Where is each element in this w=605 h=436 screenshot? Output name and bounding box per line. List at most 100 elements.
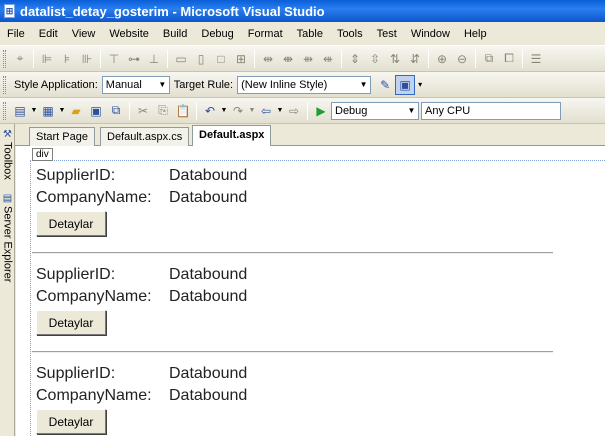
menu-format[interactable]: Format	[241, 28, 290, 40]
menu-view[interactable]: View	[65, 28, 103, 40]
chevron-down-icon[interactable]: ▼	[30, 101, 38, 121]
toolbar-separator	[254, 49, 255, 68]
menu-tools[interactable]: Tools	[330, 28, 370, 40]
toolbar-grip[interactable]	[3, 49, 6, 68]
hspace-decrease-icon[interactable]: ⇻	[298, 49, 318, 69]
document-tabs: Start Page Default.aspx.cs Default.aspx	[15, 124, 605, 147]
toolbox-label: Toolbox	[1, 142, 14, 180]
design-surface[interactable]: div SupplierID: Databound CompanyName: D…	[16, 146, 605, 436]
company-name-value: Databound	[169, 387, 248, 404]
menu-debug[interactable]: Debug	[194, 28, 240, 40]
app-icon: ⊞	[4, 4, 15, 18]
menu-test[interactable]: Test	[370, 28, 404, 40]
vspace-remove-icon[interactable]: ⇵	[405, 49, 425, 69]
chevron-down-icon[interactable]: ▼	[248, 101, 256, 121]
vspace-increase-icon[interactable]: ⇳	[365, 49, 385, 69]
title-bar: ⊞ datalist_detay_gosterim - Microsoft Vi…	[0, 0, 605, 22]
center-vertical-icon[interactable]: ⊖	[452, 49, 472, 69]
supplier-id-value: Databound	[169, 365, 248, 382]
detaylar-button[interactable]: Detaylar	[36, 310, 106, 335]
align-center-icon[interactable]: ⊧	[57, 49, 77, 69]
same-width-icon[interactable]: ▭	[171, 49, 191, 69]
company-name-label: CompanyName:	[36, 189, 152, 206]
toolbar-grip[interactable]	[3, 101, 6, 120]
configuration-select[interactable]: Debug ▼	[331, 101, 419, 120]
menu-website[interactable]: Website	[102, 28, 156, 40]
menu-table[interactable]: Table	[290, 28, 330, 40]
save-icon[interactable]: ▣	[86, 101, 106, 121]
center-horizontal-icon[interactable]: ⊕	[432, 49, 452, 69]
toolbar-separator	[522, 49, 523, 68]
standard-toolbar: ▤ ▼ ▦ ▼ ▰ ▣ ⧉ ✂ ⎘ 📋 ↶ ▼ ↷ ▼ ⇦ ▼ ⇨ ▶ Debu…	[0, 98, 605, 124]
undo-icon[interactable]: ↶	[200, 101, 220, 121]
lock-controls-icon[interactable]: ☰	[526, 49, 546, 69]
position-icon[interactable]: ⌖	[10, 49, 30, 69]
copy-icon[interactable]: ⎘	[153, 101, 173, 121]
datalist-item: SupplierID: Databound CompanyName: Datab…	[36, 264, 556, 335]
toolbox-icon: ⚒	[3, 128, 12, 140]
tab-start-page[interactable]: Start Page	[29, 127, 95, 146]
window-title: datalist_detay_gosterim - Microsoft Visu…	[20, 3, 325, 19]
style-application-select[interactable]: Manual ▼	[101, 75, 170, 94]
side-panel: ⚒ Toolbox ▤ Server Explorer	[0, 124, 15, 436]
hspace-remove-icon[interactable]: ⇺	[318, 49, 338, 69]
align-top-icon[interactable]: ⊤	[104, 49, 124, 69]
chevron-down-icon[interactable]: ▼	[220, 101, 228, 121]
toolbar-overflow-icon[interactable]: ▾	[415, 75, 425, 95]
cut-icon[interactable]: ✂	[133, 101, 153, 121]
platform-select[interactable]: Any CPU	[421, 101, 561, 120]
div-tag-label[interactable]: div	[32, 148, 53, 161]
bring-front-icon[interactable]: ⧉	[479, 49, 499, 69]
navigate-icon[interactable]: ⇦	[256, 101, 276, 121]
detaylar-button[interactable]: Detaylar	[36, 409, 106, 434]
menu-file[interactable]: File	[0, 28, 32, 40]
redo-icon[interactable]: ↷	[228, 101, 248, 121]
target-rule-select[interactable]: (New Inline Style) ▼	[237, 75, 372, 94]
align-right-icon[interactable]: ⊪	[77, 49, 97, 69]
toolbox-tab[interactable]: ⚒ Toolbox	[0, 128, 15, 180]
size-grid-icon[interactable]: ⊞	[231, 49, 251, 69]
tab-default-aspx-cs[interactable]: Default.aspx.cs	[100, 127, 190, 146]
align-middle-icon[interactable]: ⊶	[124, 49, 144, 69]
align-left-icon[interactable]: ⊫	[37, 49, 57, 69]
style-toolbar: Style Application: Manual ▼ Target Rule:…	[0, 72, 605, 98]
detaylar-button[interactable]: Detaylar	[36, 211, 106, 236]
style-application-label: Style Application:	[14, 78, 98, 91]
chevron-down-icon: ▼	[158, 80, 167, 89]
open-icon[interactable]: ▰	[66, 101, 86, 121]
menu-help[interactable]: Help	[457, 28, 494, 40]
toolbar-separator	[428, 49, 429, 68]
menu-window[interactable]: Window	[404, 28, 457, 40]
style-application-value: Manual	[105, 78, 142, 91]
target-rule-label: Target Rule:	[173, 78, 234, 91]
chevron-down-icon[interactable]: ▼	[58, 101, 66, 121]
toolbar-grip[interactable]	[3, 75, 6, 94]
chevron-down-icon[interactable]: ▼	[276, 101, 284, 121]
start-debug-icon[interactable]: ▶	[311, 101, 331, 121]
new-style-icon[interactable]: ✎	[375, 75, 395, 95]
new-project-icon[interactable]: ▤	[10, 101, 30, 121]
same-height-icon[interactable]: ▯	[191, 49, 211, 69]
align-bottom-icon[interactable]: ⊥	[144, 49, 164, 69]
hspace-equal-icon[interactable]: ⇹	[258, 49, 278, 69]
menu-build[interactable]: Build	[156, 28, 194, 40]
configuration-value: Debug	[335, 104, 368, 117]
item-separator	[32, 252, 553, 254]
tab-default-aspx[interactable]: Default.aspx	[192, 125, 272, 147]
supplier-row: SupplierID: Databound	[36, 363, 556, 385]
same-size-icon[interactable]: □	[211, 49, 231, 69]
menu-bar: File Edit View Website Build Debug Forma…	[0, 22, 605, 46]
vspace-equal-icon[interactable]: ⇕	[345, 49, 365, 69]
supplier-id-value: Databound	[169, 167, 248, 184]
company-row: CompanyName: Databound	[36, 385, 556, 407]
manage-styles-icon[interactable]: ▣	[395, 74, 416, 95]
server-explorer-tab[interactable]: ▤ Server Explorer	[0, 192, 15, 283]
save-all-icon[interactable]: ⧉	[106, 101, 126, 121]
menu-edit[interactable]: Edit	[32, 28, 65, 40]
hspace-increase-icon[interactable]: ⇼	[278, 49, 298, 69]
paste-icon[interactable]: 📋	[173, 101, 193, 121]
add-item-icon[interactable]: ▦	[38, 101, 58, 121]
send-back-icon[interactable]: ⧠	[499, 49, 519, 69]
navigate-forward-icon[interactable]: ⇨	[284, 101, 304, 121]
vspace-decrease-icon[interactable]: ⇅	[385, 49, 405, 69]
